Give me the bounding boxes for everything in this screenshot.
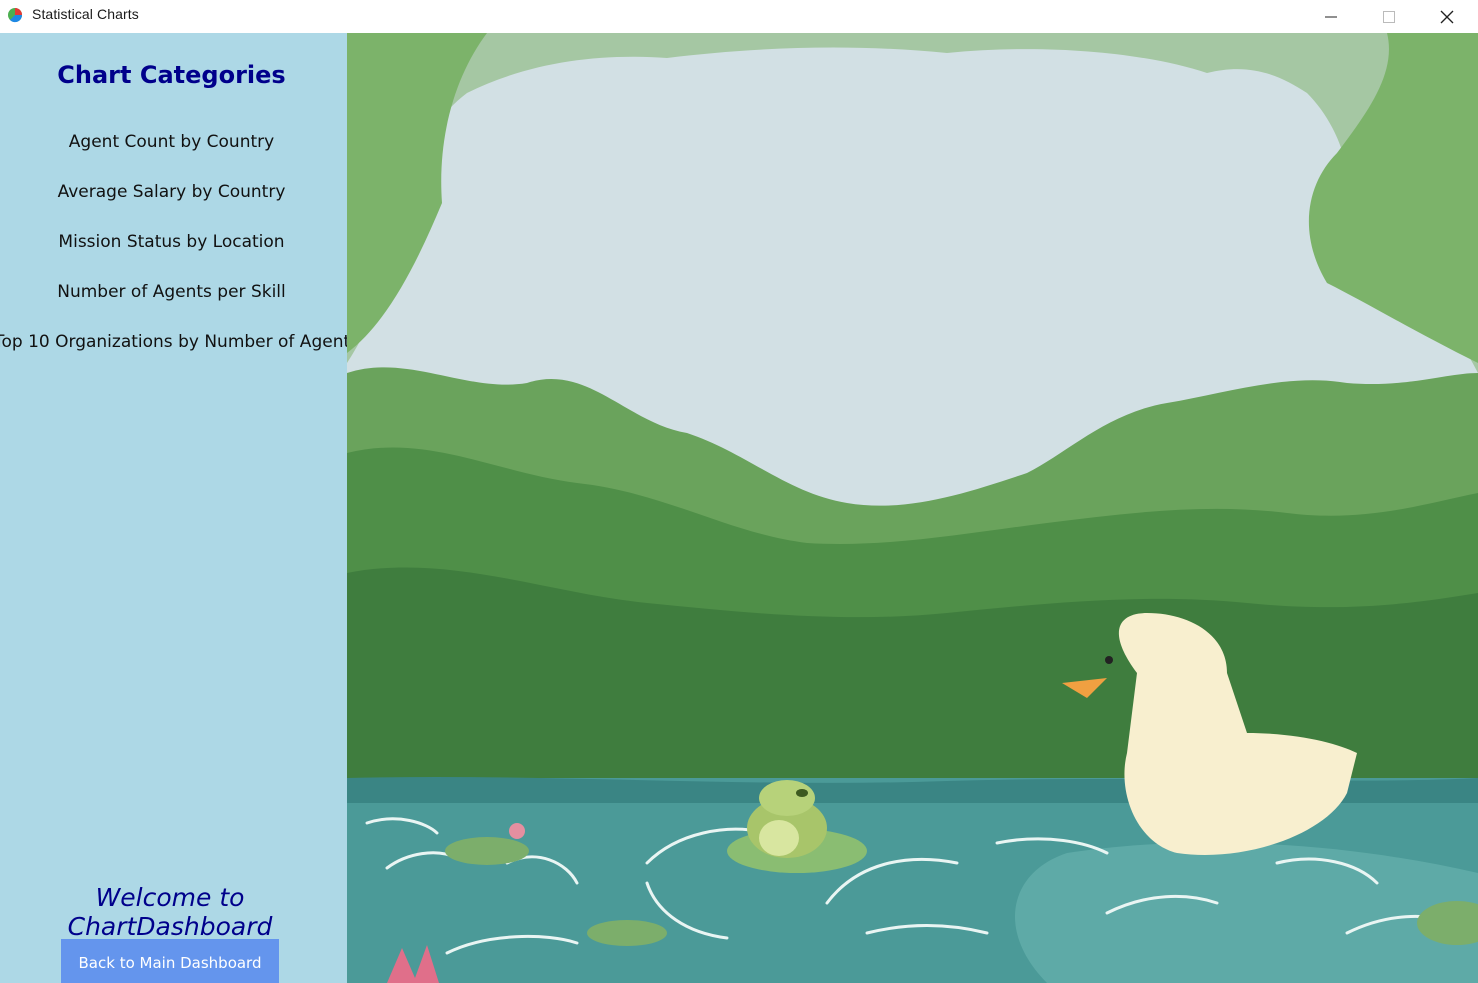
- close-button[interactable]: [1424, 0, 1470, 33]
- back-to-main-dashboard-button[interactable]: Back to Main Dashboard: [61, 939, 279, 983]
- maximize-icon: [1383, 10, 1395, 23]
- sidebar-item-agents-per-skill[interactable]: Number of Agents per Skill: [0, 282, 347, 302]
- maximize-button[interactable]: [1366, 0, 1412, 33]
- minimize-button[interactable]: [1308, 0, 1354, 33]
- sidebar-title: Chart Categories: [57, 61, 286, 89]
- sidebar: Chart Categories Agent Count by Country …: [0, 33, 347, 983]
- welcome-text: Welcome to ChartDashboard: [67, 883, 273, 941]
- minimize-icon: [1325, 16, 1337, 17]
- sidebar-item-average-salary[interactable]: Average Salary by Country: [0, 182, 347, 202]
- title-bar: Statistical Charts: [0, 0, 1478, 33]
- pie-chart-icon: [8, 8, 23, 23]
- close-icon: [1440, 10, 1454, 23]
- window-title: Statistical Charts: [32, 6, 139, 22]
- sidebar-item-mission-status[interactable]: Mission Status by Location: [0, 232, 347, 252]
- sidebar-item-agent-count[interactable]: Agent Count by Country: [0, 132, 347, 152]
- sidebar-item-top-organizations[interactable]: Top 10 Organizations by Number of Agents: [0, 332, 347, 352]
- background-illustration: [347, 33, 1478, 983]
